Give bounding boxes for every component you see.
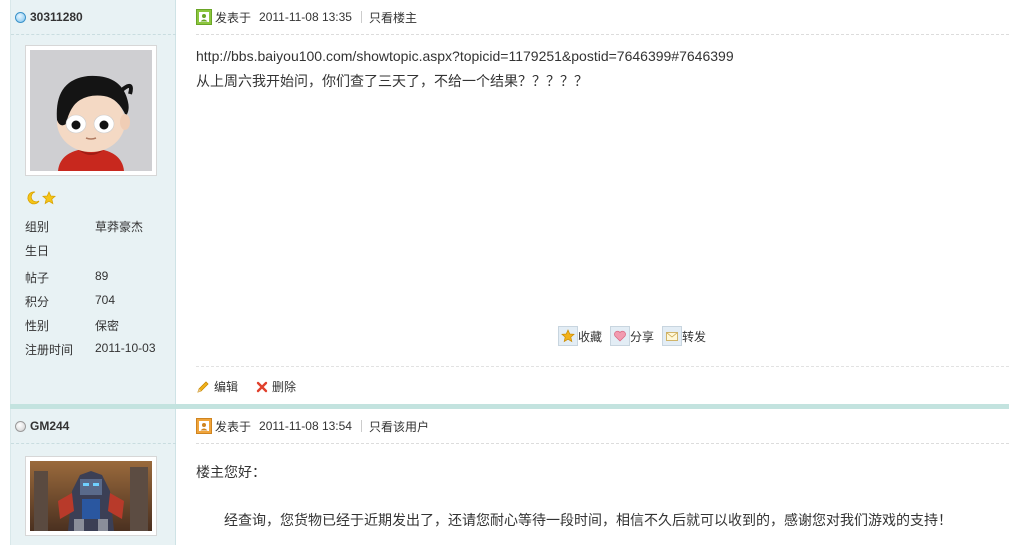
delete-label: 删除 (272, 380, 297, 394)
forward-envelope-icon (662, 326, 683, 346)
post-user-icon (196, 9, 212, 25)
profile-row-posts: 帖子 89 (25, 269, 108, 286)
profile-row-gender: 性别 保密 (25, 317, 119, 334)
avatar-cartoon-boy-icon (30, 50, 152, 171)
username[interactable]: 30311280 (30, 10, 83, 24)
profile-label: 性别 (25, 319, 50, 333)
author-name[interactable]: GM244 (15, 417, 69, 435)
post-header: 发表于 2011-11-08 13:54 只看该用户 (196, 417, 429, 435)
post-content-area: 发表于 2011-11-08 13:35 只看楼主 http://bbs.bai… (176, 0, 1009, 404)
profile-value-registered: 2011-10-03 (95, 341, 156, 355)
profile-value-points: 704 (95, 293, 116, 307)
forward-button[interactable]: 转发 (662, 326, 706, 346)
footer-divider (196, 366, 1009, 367)
avatar[interactable] (25, 456, 157, 536)
reply-greeting: 楼主您好： (196, 465, 266, 481)
post-date: 2011-11-08 13:54 (259, 419, 352, 433)
profile-label: 组别 (25, 220, 50, 234)
rank-icons (26, 191, 56, 205)
post-date: 2011-11-08 13:35 (259, 10, 352, 24)
edit-button[interactable]: 编辑 (196, 378, 238, 395)
profile-row-birthday: 生日 (25, 242, 95, 259)
forward-label: 转发 (682, 329, 707, 344)
edit-label: 编辑 (214, 380, 239, 394)
profile-value-posts: 89 (95, 269, 109, 283)
star-icon (42, 191, 56, 205)
share-label: 分享 (630, 329, 655, 344)
posted-label: 发表于 (215, 10, 252, 25)
moon-icon (27, 191, 40, 205)
author-sidebar: 30311280 组别 草莽豪杰 生日 帖子 89 积分 704 性别 保密 注… (10, 0, 176, 404)
post-tools: 收藏 分享 转发 (558, 326, 706, 346)
header-separator (360, 420, 362, 432)
sidebar-divider (11, 443, 176, 444)
profile-row-group: 组别 草莽豪杰 (25, 218, 143, 235)
profile-label: 帖子 (25, 271, 50, 285)
profile-row-registered: 注册时间 2011-10-03 (25, 341, 156, 358)
pencil-icon (197, 380, 209, 393)
profile-label: 生日 (25, 244, 50, 258)
username[interactable]: GM244 (30, 419, 69, 433)
post-2: GM244 发表于 2011-11-08 13:54 只看该用户 楼主您好： 经… (0, 409, 1009, 545)
profile-row-points: 积分 704 (25, 293, 115, 310)
post-1: 30311280 组别 草莽豪杰 生日 帖子 89 积分 704 性别 保密 注… (0, 0, 1009, 404)
post-content-area: 发表于 2011-11-08 13:54 只看该用户 楼主您好： 经查询，您货物… (176, 409, 1009, 545)
profile-value-group: 草莽豪杰 (95, 220, 144, 234)
online-status-icon (15, 11, 26, 23)
only-author-link[interactable]: 只看楼主 (369, 9, 417, 26)
reply-body-text: 经查询，您货物已经于近期发出了，还请您耐心等待一段时间，相信不久后就可以收到的，… (224, 513, 952, 529)
share-heart-icon (610, 326, 631, 346)
delete-button[interactable]: 删除 (256, 378, 296, 395)
avatar-robot-icon (30, 461, 152, 531)
favorite-button[interactable]: 收藏 (558, 326, 602, 346)
post-url-text[interactable]: http://bbs.baiyou100.com/showtopic.aspx?… (196, 48, 734, 64)
posted-label: 发表于 (215, 419, 252, 434)
header-separator (360, 11, 362, 23)
post-header: 发表于 2011-11-08 13:35 只看楼主 (196, 8, 417, 26)
header-divider (196, 443, 1009, 444)
header-divider (196, 34, 1009, 35)
post-user-icon (196, 418, 212, 434)
profile-label: 注册时间 (25, 343, 74, 357)
avatar[interactable] (25, 45, 157, 176)
delete-x-icon (256, 381, 268, 392)
sidebar-divider (11, 34, 176, 35)
author-sidebar: GM244 (10, 409, 176, 545)
only-this-user-link[interactable]: 只看该用户 (369, 418, 429, 435)
author-name[interactable]: 30311280 (15, 8, 83, 26)
offline-status-icon (15, 420, 26, 432)
profile-value-gender: 保密 (95, 319, 120, 333)
favorite-star-icon (558, 326, 578, 346)
profile-label: 积分 (25, 295, 50, 309)
post-actions: 编辑 删除 (196, 378, 296, 395)
post-body-text: 从上周六我开始问，你们查了三天了，不给一个结果？？？？？ (196, 74, 588, 90)
share-button[interactable]: 分享 (610, 326, 654, 346)
favorite-label: 收藏 (578, 329, 603, 344)
